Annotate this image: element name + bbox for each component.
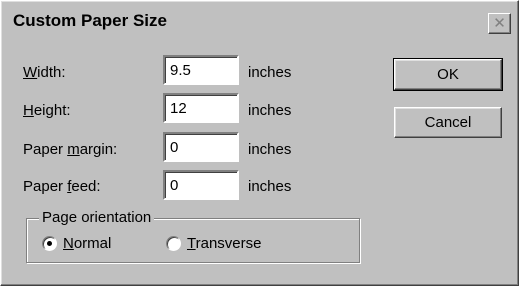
normal-radio[interactable] xyxy=(42,236,57,251)
title-bar: Custom Paper Size ✕ xyxy=(4,4,515,38)
height-field[interactable] xyxy=(163,93,239,123)
paper-feed-label: Paper feed: xyxy=(23,178,101,195)
transverse-radio-label[interactable]: Transverse xyxy=(187,235,261,252)
transverse-radio[interactable] xyxy=(166,236,181,251)
ok-button[interactable]: OK xyxy=(393,58,503,91)
paper-margin-label: Paper margin: xyxy=(23,141,118,158)
paper-margin-field[interactable] xyxy=(163,132,239,162)
close-icon: ✕ xyxy=(493,15,506,32)
page-orientation-title: Page orientation xyxy=(39,209,155,226)
width-label: Width: xyxy=(23,64,66,81)
height-label: Height: xyxy=(23,102,71,119)
dialog-title: Custom Paper Size xyxy=(13,11,167,30)
close-button[interactable]: ✕ xyxy=(488,13,511,34)
paper-margin-unit: inches xyxy=(248,141,292,158)
width-field[interactable] xyxy=(163,55,239,85)
cancel-button[interactable]: Cancel xyxy=(394,107,502,138)
normal-radio-label[interactable]: Normal xyxy=(63,235,111,252)
paper-feed-field[interactable] xyxy=(163,170,239,200)
width-unit: inches xyxy=(248,64,292,81)
paper-feed-unit: inches xyxy=(248,178,292,195)
radio-selected-dot xyxy=(47,241,52,246)
custom-paper-size-dialog: Custom Paper Size ✕ Width: inches Height… xyxy=(0,0,519,286)
height-unit: inches xyxy=(248,102,292,119)
